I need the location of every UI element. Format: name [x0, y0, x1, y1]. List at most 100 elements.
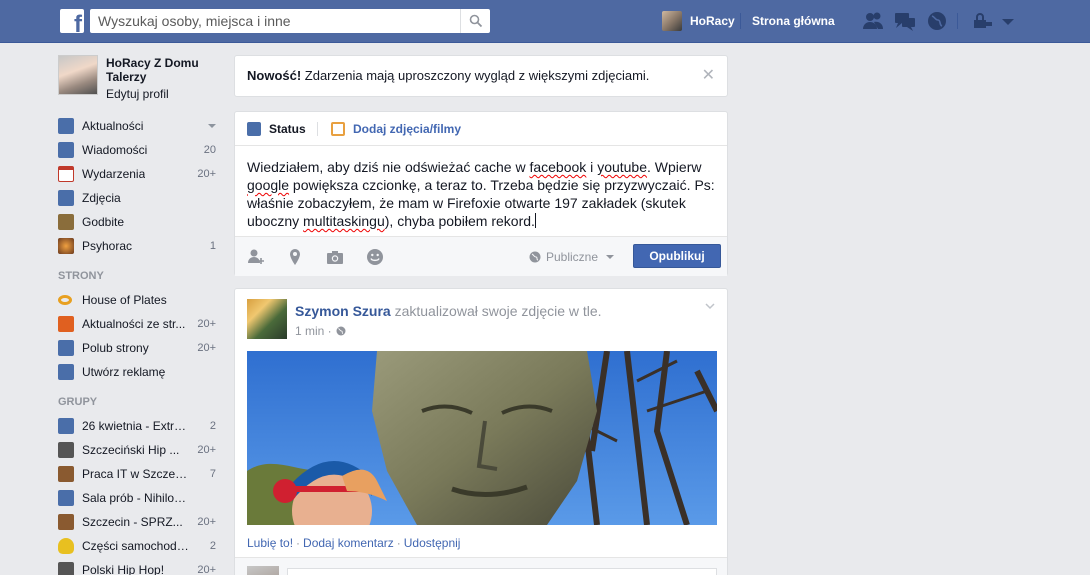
- globe-icon: [336, 326, 346, 336]
- sidebar-item-house-of-plates[interactable]: House of Plates: [58, 288, 222, 312]
- top-bar: f HoRacy Strona główna: [0, 0, 1090, 43]
- post-actions: Lubię to! · Dodaj komentarz · Udostępnij: [247, 536, 461, 550]
- avatar[interactable]: [247, 299, 287, 339]
- sidebar-item-group[interactable]: Sala prób - Nihilosau...: [58, 486, 222, 510]
- composer-tabs: Status Dodaj zdjęcia/filmy: [235, 112, 727, 146]
- nav-profile-link[interactable]: HoRacy: [662, 11, 735, 31]
- friends-icon: [863, 12, 883, 29]
- messages-icon: [58, 142, 74, 158]
- sidebar-item-group[interactable]: Praca IT w Szczecinie 7: [58, 462, 222, 486]
- count-badge: 20+: [197, 564, 216, 575]
- account-menu-button[interactable]: [998, 10, 1022, 32]
- tab-status[interactable]: Status: [247, 122, 306, 136]
- composer-footer: Publiczne Opublikuj: [235, 236, 727, 276]
- like-link[interactable]: Lubię to!: [247, 536, 293, 550]
- sidebar-item-group[interactable]: Szczecin - SPRZ... 20+: [58, 510, 222, 534]
- sidebar-item-like-pages[interactable]: Polub strony 20+: [58, 336, 222, 360]
- tag-friends-icon[interactable]: [247, 248, 265, 266]
- favorites-list: Aktualności Wiadomości 20 Wydarzenia 20+ Z…: [58, 114, 222, 258]
- music-icon: [58, 442, 74, 458]
- status-textarea[interactable]: Wiedziałem, aby dziś nie odświeżać cache…: [247, 158, 719, 230]
- comment-input[interactable]: [287, 568, 717, 575]
- cover-photo[interactable]: [247, 351, 717, 525]
- notice-bold: Nowość!: [247, 68, 302, 83]
- section-header-pages[interactable]: STRONY: [58, 264, 222, 288]
- notifications-button[interactable]: [925, 10, 949, 32]
- sidebar-item-messages[interactable]: Wiadomości 20: [58, 138, 222, 162]
- tab-add-photos[interactable]: Dodaj zdjęcia/filmy: [331, 122, 461, 136]
- comment-area: [235, 557, 727, 575]
- news-feed-icon: [58, 118, 74, 134]
- photo-icon: [331, 122, 345, 136]
- sidebar-item-group[interactable]: Części samochodo... 2: [58, 534, 222, 558]
- status-composer: Status Dodaj zdjęcia/filmy Wiedziałem, a…: [234, 111, 728, 276]
- groups-list: 26 kwietnia - Extre... 2 Szczeciński Hip …: [58, 414, 222, 575]
- count-badge: 20+: [197, 342, 216, 354]
- text-cursor: [534, 213, 536, 228]
- feed-post: Szymon Szura zaktualizował swoje zdjęcie…: [234, 288, 728, 575]
- sidebar-item-psyhorac[interactable]: Psyhorac 1: [58, 234, 222, 258]
- sidebar-item-events[interactable]: Wydarzenia 20+: [58, 162, 222, 186]
- sidebar-item-create-ad[interactable]: Utwórz reklamę: [58, 360, 222, 384]
- count-badge: 20+: [197, 168, 216, 180]
- facebook-logo[interactable]: f: [60, 9, 84, 33]
- search-input[interactable]: [90, 9, 460, 33]
- globe-icon: [928, 12, 946, 30]
- gavel-icon: [58, 514, 74, 530]
- post-author-link[interactable]: Szymon Szura: [295, 303, 391, 319]
- lightbulb-icon: [58, 538, 74, 554]
- photo-image: [247, 351, 717, 525]
- messages-icon: [895, 13, 915, 31]
- music-icon: [58, 562, 74, 575]
- close-icon[interactable]: ✕: [702, 68, 715, 84]
- search-icon: [469, 14, 483, 28]
- edit-profile-link[interactable]: Edytuj profil: [106, 87, 169, 101]
- count-badge: 2: [209, 420, 216, 432]
- like-pages-icon: [58, 340, 74, 356]
- sidebar-item-group[interactable]: Szczeciński Hip ... 20+: [58, 438, 222, 462]
- profile-name-link[interactable]: HoRacy Z Domu Talerzy: [106, 56, 216, 84]
- section-header-groups[interactable]: GRUPY: [58, 390, 222, 414]
- chevron-down-icon[interactable]: [705, 301, 715, 311]
- app-icon: [58, 238, 74, 254]
- privacy-shortcuts-button[interactable]: [971, 10, 995, 32]
- comment-link[interactable]: Dodaj komentarz: [303, 536, 394, 550]
- privacy-selector[interactable]: Publiczne: [529, 250, 615, 264]
- home-link[interactable]: Strona główna: [752, 14, 835, 28]
- messages-button[interactable]: [893, 10, 917, 32]
- briefcase-icon: [58, 466, 74, 482]
- sidebar-item-group[interactable]: Polski Hip Hop! 20+: [58, 558, 222, 575]
- nav-divider: [957, 13, 958, 29]
- nav-divider: [740, 13, 741, 29]
- group-icon: [58, 418, 74, 434]
- chevron-down-icon[interactable]: [208, 124, 216, 128]
- count-badge: 2: [209, 540, 216, 552]
- notice-text: Zdarzenia mają uproszczony wygląd z więk…: [301, 68, 650, 83]
- ads-icon: [58, 364, 74, 380]
- camera-icon[interactable]: [326, 248, 344, 266]
- page-icon: [58, 295, 72, 305]
- sidebar-item-pages-feed[interactable]: Aktualności ze str... 20+: [58, 312, 222, 336]
- app-icon: [58, 214, 74, 230]
- count-badge: 20: [203, 144, 216, 156]
- avatar: [662, 11, 682, 31]
- search-button[interactable]: [460, 9, 490, 33]
- share-link[interactable]: Udostępnij: [404, 536, 461, 550]
- friend-requests-button[interactable]: [861, 10, 885, 32]
- sidebar-item-photos[interactable]: Zdjęcia: [58, 186, 222, 210]
- chevron-down-icon: [1002, 19, 1014, 25]
- sidebar-profile: HoRacy Z Domu Talerzy Edytuj profil: [58, 55, 222, 105]
- emoji-icon[interactable]: [366, 248, 384, 266]
- post-timestamp[interactable]: 1 min ·: [295, 324, 346, 338]
- count-badge: 1: [209, 240, 216, 252]
- sidebar-item-news-feed[interactable]: Aktualności: [58, 114, 222, 138]
- profile-picture[interactable]: [58, 55, 98, 95]
- search-box: [90, 9, 490, 33]
- pencil-icon: [247, 122, 261, 136]
- sidebar-item-godbite[interactable]: Godbite: [58, 210, 222, 234]
- location-icon[interactable]: [286, 248, 304, 266]
- sidebar-item-group[interactable]: 26 kwietnia - Extre... 2: [58, 414, 222, 438]
- nav-user-name: HoRacy: [690, 14, 735, 28]
- left-sidebar: HoRacy Z Domu Talerzy Edytuj profil Aktu…: [58, 55, 222, 575]
- publish-button[interactable]: Opublikuj: [633, 244, 721, 268]
